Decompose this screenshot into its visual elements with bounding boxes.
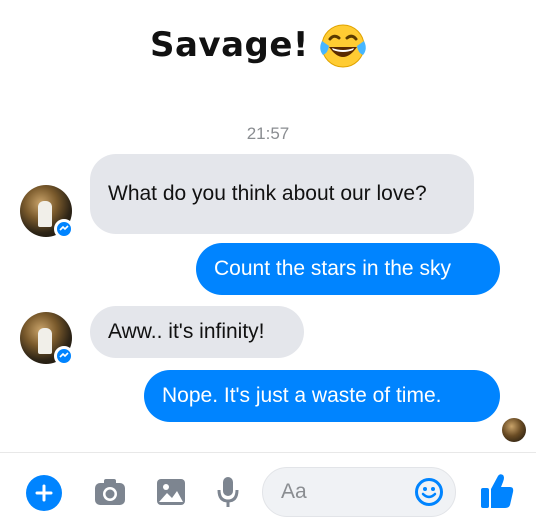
title-wrap: Savage! bbox=[150, 14, 369, 76]
timestamp: 21:57 bbox=[246, 124, 290, 143]
avatar-figure bbox=[38, 201, 52, 227]
message-input[interactable]: Aa bbox=[262, 467, 456, 517]
message-bubble-received[interactable]: What do you think about our love? bbox=[90, 154, 474, 234]
message-input-placeholder: Aa bbox=[281, 480, 307, 503]
microphone-icon[interactable] bbox=[214, 475, 242, 509]
message-bubble-received[interactable]: Aww.. it's infinity! bbox=[90, 306, 304, 358]
laughing-tears-emoji-icon bbox=[320, 24, 366, 68]
page-title: Savage! bbox=[150, 25, 309, 65]
message-bubble-sent[interactable]: Count the stars in the sky bbox=[196, 243, 500, 295]
message-bubble-sent[interactable]: Nope. It's just a waste of time. bbox=[144, 370, 500, 422]
contact-avatar[interactable] bbox=[20, 185, 74, 239]
camera-icon[interactable] bbox=[93, 477, 127, 507]
image-icon[interactable] bbox=[155, 477, 187, 507]
message-text: Count the stars in the sky bbox=[214, 257, 451, 280]
avatar-figure bbox=[38, 328, 52, 354]
thumbs-up-icon[interactable] bbox=[478, 471, 516, 511]
composer-bar: Aa bbox=[0, 452, 536, 530]
emoji-icon[interactable] bbox=[413, 476, 445, 508]
messenger-badge-icon bbox=[54, 219, 74, 239]
chat-area: 21:57 What do you think about our love? … bbox=[0, 90, 536, 452]
messenger-badge-icon bbox=[54, 346, 74, 366]
plus-icon[interactable] bbox=[26, 475, 62, 511]
header: Savage! bbox=[0, 0, 536, 90]
contact-avatar[interactable] bbox=[20, 312, 74, 366]
message-text: What do you think about our love? bbox=[108, 182, 427, 205]
message-text: Nope. It's just a waste of time. bbox=[162, 384, 442, 407]
seen-receipt-avatar bbox=[502, 418, 526, 442]
message-text: Aww.. it's infinity! bbox=[108, 320, 265, 343]
